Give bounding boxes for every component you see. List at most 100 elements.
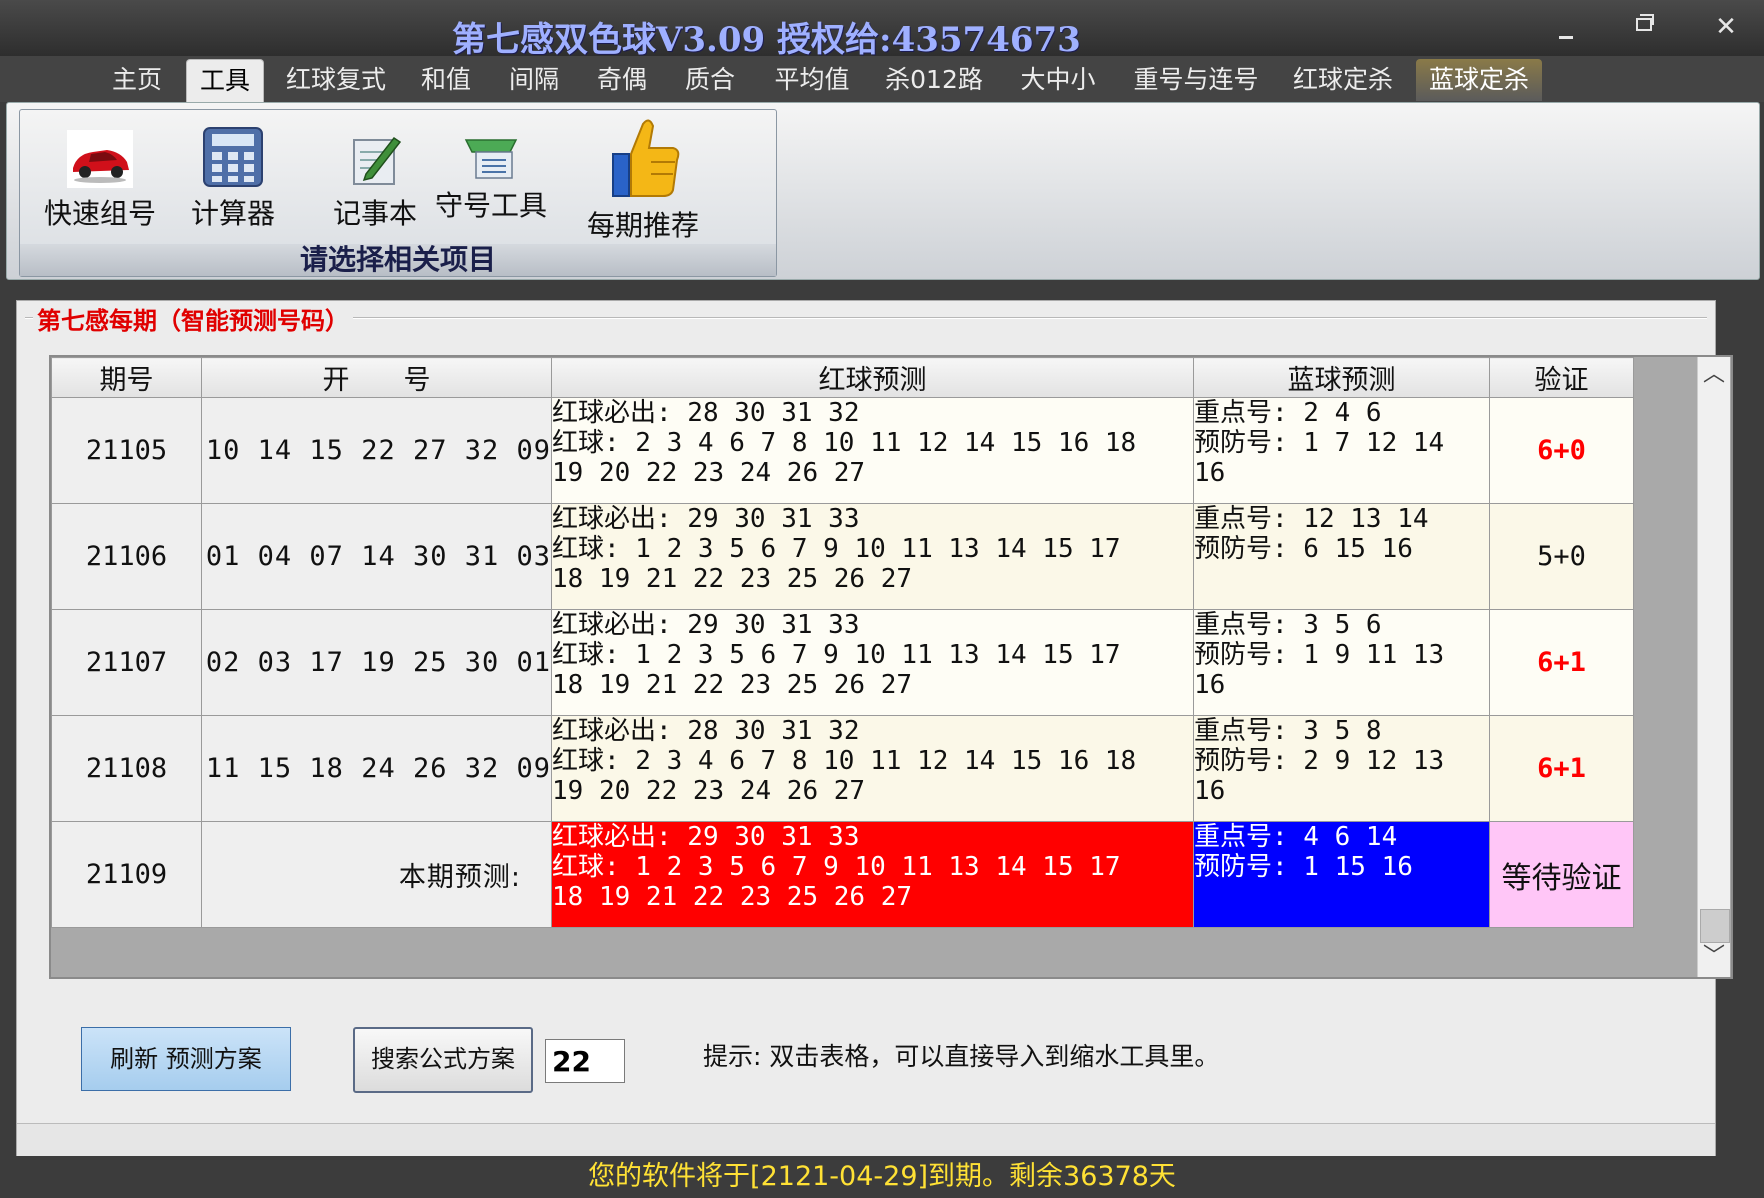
red-list-line: 红球: 2 3 4 6 7 8 10 11 12 14 15 16 18 — [552, 746, 1137, 776]
prediction-grid[interactable]: 期号 开 号 红球预测 蓝球预测 验证 21105 10 14 15 22 27… — [49, 355, 1733, 979]
red-list-line: 19 20 22 23 24 26 27 — [552, 458, 866, 488]
scroll-up-button[interactable]: ︿ — [1698, 359, 1730, 391]
header-verify[interactable]: 验证 — [1489, 357, 1634, 398]
red-list-line: 18 19 21 22 23 25 26 27 — [552, 564, 913, 594]
blue-key-line: 重点号: 12 13 14 — [1194, 504, 1429, 535]
draw-cell[interactable]: 01 04 07 14 30 31 03 — [201, 503, 552, 610]
draw-cell[interactable]: 02 03 17 19 25 30 01 — [201, 609, 552, 716]
current-red-prediction-cell[interactable]: 红球必出: 29 30 31 33 红球: 1 2 3 5 6 7 9 10 1… — [551, 821, 1194, 928]
tab-tools[interactable]: 工具 — [186, 59, 264, 102]
thumbs-up-icon — [612, 119, 680, 197]
recommend-button[interactable]: 每期推荐 — [568, 114, 718, 244]
tab-prime-composite[interactable]: 质合 — [678, 59, 742, 101]
panel-legend: 第七感每期（智能预测号码） — [33, 301, 353, 336]
quick-combo-button[interactable]: 快速组号 — [40, 130, 160, 232]
scroll-down-button[interactable]: ﹀ — [1698, 941, 1730, 973]
scroll-thumb[interactable] — [1700, 909, 1730, 943]
table-row[interactable]: 21107 02 03 17 19 25 30 01 红球必出: 29 30 3… — [51, 609, 1634, 716]
tab-average[interactable]: 平均值 — [766, 59, 858, 101]
table-row[interactable]: 21108 11 15 18 24 26 32 09 红球必出: 28 30 3… — [51, 715, 1634, 822]
close-button[interactable]: ✕ — [1706, 10, 1746, 44]
current-prediction-row[interactable]: 21109 本期预测: 红球必出: 29 30 31 33 红球: 1 2 3 … — [51, 821, 1634, 928]
blue-prediction-cell[interactable]: 重点号: 3 5 8 预防号: 2 9 12 13 16 — [1193, 715, 1490, 822]
expiry-status: 您的软件将于[2121-04-29]到期。剩余36378天 — [588, 1161, 1176, 1192]
red-list-line: 红球: 1 2 3 5 6 7 9 10 11 13 14 15 17 — [552, 534, 1121, 564]
tab-repeat-consecutive[interactable]: 重号与连号 — [1128, 59, 1264, 101]
header-period[interactable]: 期号 — [51, 357, 202, 398]
header-blue-prediction[interactable]: 蓝球预测 — [1193, 357, 1490, 398]
minimize-icon — [1559, 36, 1573, 39]
period-cell[interactable]: 21108 — [51, 715, 202, 822]
table-row[interactable]: 21106 01 04 07 14 30 31 03 红球必出: 29 30 3… — [51, 503, 1634, 610]
red-prediction-cell[interactable]: 红球必出: 29 30 31 33 红球: 1 2 3 5 6 7 9 10 1… — [551, 609, 1194, 716]
title-bar: 第七感双色球V3.09 授权给:43574673 ✕ — [0, 0, 1764, 60]
red-prediction-cell[interactable]: 红球必出: 29 30 31 33 红球: 1 2 3 5 6 7 9 10 1… — [551, 503, 1194, 610]
number-guard-button[interactable]: 守号工具 — [428, 132, 554, 224]
current-label-cell[interactable]: 本期预测: — [201, 821, 552, 928]
header-draw[interactable]: 开 号 — [201, 357, 552, 398]
red-prediction-cell[interactable]: 红球必出: 28 30 31 32 红球: 2 3 4 6 7 8 10 11 … — [551, 715, 1194, 822]
ribbon-caption: 请选择相关项目 — [20, 244, 776, 276]
prediction-panel: 第七感每期（智能预测号码） 期号 开 号 红球预测 蓝球预测 验证 21105 … — [16, 300, 1733, 1156]
blue-backup-line: 预防号: 1 7 12 14 — [1194, 428, 1445, 458]
calculator-icon — [203, 127, 263, 187]
red-list-line: 红球: 1 2 3 5 6 7 9 10 11 13 14 15 17 — [552, 640, 1121, 670]
red-must-line: 红球必出: 28 30 31 32 — [552, 398, 860, 429]
refresh-prediction-button[interactable]: 刷新 预测方案 — [81, 1027, 291, 1091]
restore-button[interactable] — [1624, 10, 1664, 44]
red-car-icon — [67, 130, 133, 188]
tab-interval[interactable]: 间隔 — [502, 59, 566, 101]
verify-cell[interactable]: 6+1 — [1489, 715, 1634, 822]
red-list-line: 18 19 21 22 23 25 26 27 — [552, 882, 913, 912]
blue-backup-line: 16 — [1194, 458, 1226, 488]
verify-cell[interactable]: 5+0 — [1489, 503, 1634, 610]
tab-sum[interactable]: 和值 — [414, 59, 478, 101]
pending-verify-cell[interactable]: 等待验证 — [1489, 821, 1634, 928]
formula-count-input[interactable] — [545, 1039, 625, 1083]
period-cell[interactable]: 21107 — [51, 609, 202, 716]
period-cell[interactable]: 21106 — [51, 503, 202, 610]
tab-kill-012[interactable]: 杀012路 — [880, 59, 988, 101]
table-row[interactable]: 21105 10 14 15 22 27 32 09 红球必出: 28 30 3… — [51, 397, 1634, 504]
ribbon: 快速组号 计算器 记事本 守号工具 每期推荐 请选择相关项目 — [6, 102, 1760, 280]
quick-combo-label: 快速组号 — [43, 197, 156, 230]
draw-cell[interactable]: 11 15 18 24 26 32 09 — [201, 715, 552, 822]
verify-cell[interactable]: 6+0 — [1489, 397, 1634, 504]
minimize-button[interactable] — [1546, 10, 1586, 44]
notepad-label: 记事本 — [332, 197, 417, 230]
ribbon-group-tools: 快速组号 计算器 记事本 守号工具 每期推荐 请选择相关项目 — [19, 109, 777, 277]
draw-cell[interactable]: 10 14 15 22 27 32 09 — [201, 397, 552, 504]
blue-backup-line: 预防号: 6 15 16 — [1194, 534, 1413, 564]
tab-home[interactable]: 主页 — [100, 59, 174, 101]
panel-status-strip — [17, 1123, 1715, 1156]
calculator-label: 计算器 — [190, 197, 275, 230]
blue-prediction-cell[interactable]: 重点号: 12 13 14 预防号: 6 15 16 — [1193, 503, 1490, 610]
chevron-up-icon: ︿ — [1702, 362, 1725, 387]
blue-backup-line: 16 — [1194, 776, 1226, 806]
notepad-icon — [353, 136, 402, 185]
tab-red-compound[interactable]: 红球复式 — [282, 59, 390, 101]
calculator-button[interactable]: 计算器 — [178, 126, 288, 232]
blue-prediction-cell[interactable]: 重点号: 3 5 6 预防号: 1 9 11 13 16 — [1193, 609, 1490, 716]
window-title: 第七感双色球V3.09 授权给:43574673 — [452, 20, 1081, 60]
blue-backup-line: 预防号: 1 15 16 — [1194, 852, 1413, 882]
blue-prediction-cell[interactable]: 重点号: 2 4 6 预防号: 1 7 12 14 16 — [1193, 397, 1490, 504]
period-cell[interactable]: 21109 — [51, 821, 202, 928]
tab-blue-kill[interactable]: 蓝球定杀 — [1416, 59, 1542, 101]
tab-odd-even[interactable]: 奇偶 — [590, 59, 654, 101]
red-prediction-cell[interactable]: 红球必出: 28 30 31 32 红球: 2 3 4 6 7 8 10 11 … — [551, 397, 1194, 504]
current-blue-prediction-cell[interactable]: 重点号: 4 6 14 预防号: 1 15 16 — [1193, 821, 1490, 928]
notepad-button[interactable]: 记事本 — [320, 130, 430, 232]
verify-cell[interactable]: 6+1 — [1489, 609, 1634, 716]
close-icon: ✕ — [1715, 12, 1737, 42]
tab-red-kill[interactable]: 红球定杀 — [1286, 59, 1400, 101]
search-formula-button[interactable]: 搜索公式方案 — [353, 1027, 533, 1093]
red-list-line: 18 19 21 22 23 25 26 27 — [552, 670, 913, 700]
vertical-scrollbar[interactable]: ︿ ﹀ — [1697, 357, 1730, 977]
red-must-line: 红球必出: 29 30 31 33 — [552, 822, 860, 853]
red-list-line: 红球: 1 2 3 5 6 7 9 10 11 13 14 15 17 — [552, 852, 1121, 882]
header-red-prediction[interactable]: 红球预测 — [551, 357, 1194, 398]
tab-size[interactable]: 大中小 — [1010, 59, 1106, 101]
number-guard-label: 守号工具 — [434, 189, 547, 222]
period-cell[interactable]: 21105 — [51, 397, 202, 504]
